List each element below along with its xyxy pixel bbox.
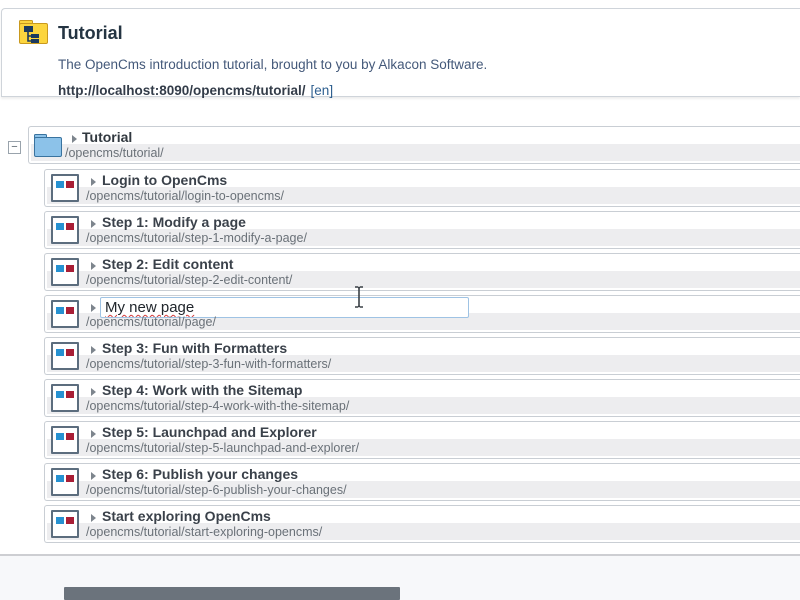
sitemap-entry-renaming[interactable]: My new page /opencms/tutorial/page/ — [44, 295, 800, 333]
sitemap-root-entry[interactable]: Tutorial /opencms/tutorial/ — [28, 126, 800, 164]
sitemap-entry[interactable]: Step 3: Fun with Formatters /opencms/tut… — [44, 337, 800, 375]
entry-title: Step 4: Work with the Sitemap — [102, 382, 302, 398]
entry-path: /opencms/tutorial/step-1-modify-a-page/ — [86, 231, 307, 245]
url-text: http://localhost:8090/opencms/tutorial/ — [58, 83, 306, 98]
sitemap-entry[interactable]: Login to OpenCms /opencms/tutorial/login… — [44, 169, 800, 207]
expander-icon[interactable] — [91, 430, 96, 438]
containerpage-icon — [51, 258, 79, 286]
sitemap-entry[interactable]: Step 1: Modify a page /opencms/tutorial/… — [44, 211, 800, 249]
rename-input-text: My new page — [105, 299, 194, 316]
entry-title: Step 2: Edit content — [102, 256, 233, 272]
page-title: Tutorial — [58, 23, 123, 44]
containerpage-icon — [51, 216, 79, 244]
expander-icon[interactable] — [91, 262, 96, 270]
containerpage-icon — [51, 426, 79, 454]
entry-path: /opencms/tutorial/ — [65, 146, 164, 160]
entry-path: /opencms/tutorial/step-5-launchpad-and-e… — [86, 441, 359, 455]
entry-path: /opencms/tutorial/step-6-publish-your-ch… — [86, 483, 347, 497]
entry-title: Start exploring OpenCms — [102, 508, 271, 524]
expander-icon[interactable] — [72, 135, 77, 143]
expander-icon[interactable] — [91, 220, 96, 228]
sitemap-header: Tutorial The OpenCms introduction tutori… — [1, 8, 800, 97]
entry-path: /opencms/tutorial/step-3-fun-with-format… — [86, 357, 331, 371]
ibeam-cursor-icon — [353, 286, 365, 313]
folder-icon — [32, 133, 64, 164]
sitemap-folder-icon — [18, 18, 50, 51]
sitemap-entry[interactable]: Step 2: Edit content /opencms/tutorial/s… — [44, 253, 800, 291]
containerpage-icon — [51, 342, 79, 370]
entry-path: /opencms/tutorial/step-4-work-with-the-s… — [86, 399, 349, 413]
entry-title: Step 5: Launchpad and Explorer — [102, 424, 317, 440]
expander-icon[interactable] — [91, 304, 96, 312]
entry-path: /opencms/tutorial/step-2-edit-content/ — [86, 273, 292, 287]
entry-title: Step 6: Publish your changes — [102, 466, 298, 482]
entry-title: Login to OpenCms — [102, 172, 227, 188]
entry-title: Step 1: Modify a page — [102, 214, 246, 230]
containerpage-icon — [51, 174, 79, 202]
tree-collapse-toggle[interactable]: − — [8, 141, 21, 154]
horizontal-scrollbar-thumb[interactable] — [64, 587, 400, 600]
sitemap-entry[interactable]: Step 6: Publish your changes /opencms/tu… — [44, 463, 800, 501]
entry-path: /opencms/tutorial/start-exploring-opencm… — [86, 525, 322, 539]
expander-icon[interactable] — [91, 178, 96, 186]
entry-title: Tutorial — [82, 129, 132, 145]
entry-title: Step 3: Fun with Formatters — [102, 340, 287, 356]
containerpage-icon — [51, 384, 79, 412]
expander-icon[interactable] — [91, 388, 96, 396]
sitemap-entry[interactable]: Start exploring OpenCms /opencms/tutoria… — [44, 505, 800, 543]
containerpage-icon — [51, 468, 79, 496]
entry-path: /opencms/tutorial/page/ — [86, 315, 216, 329]
sitemap-entry[interactable]: Step 4: Work with the Sitemap /opencms/t… — [44, 379, 800, 417]
sitemap-entry[interactable]: Step 5: Launchpad and Explorer /opencms/… — [44, 421, 800, 459]
page-url: http://localhost:8090/opencms/tutorial/ [… — [58, 83, 333, 98]
expander-icon[interactable] — [91, 346, 96, 354]
locale-badge: [en] — [311, 83, 334, 98]
expander-icon[interactable] — [91, 514, 96, 522]
entry-path: /opencms/tutorial/login-to-opencms/ — [86, 189, 284, 203]
expander-icon[interactable] — [91, 472, 96, 480]
containerpage-icon — [51, 510, 79, 538]
containerpage-icon — [51, 300, 79, 328]
page-subtitle: The OpenCms introduction tutorial, broug… — [58, 57, 487, 72]
